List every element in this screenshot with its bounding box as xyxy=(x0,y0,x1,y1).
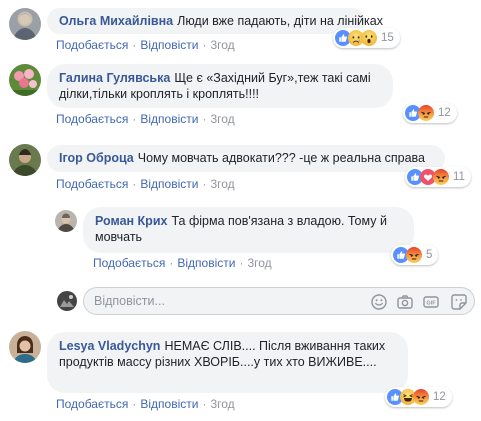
avatar[interactable] xyxy=(9,331,41,363)
comment-bubble: Галина Гулявська Ще є «Західний Буг»,теж … xyxy=(47,64,393,108)
comment-actions: Подобається · Відповісти · 3год xyxy=(56,112,235,126)
reply-link[interactable]: Відповісти xyxy=(140,397,198,411)
reactions-summary[interactable]: 15 xyxy=(333,28,400,48)
comment-time[interactable]: 3год xyxy=(210,112,234,126)
avatar[interactable] xyxy=(9,8,41,40)
comment-author[interactable]: Галина Гулявська xyxy=(59,71,170,85)
avatar xyxy=(57,291,77,311)
camera-icon[interactable] xyxy=(396,293,414,311)
comment-author[interactable]: Роман Крих xyxy=(95,214,167,228)
comment-time[interactable]: 3год xyxy=(247,256,271,270)
emoji-icon[interactable] xyxy=(370,293,388,311)
avatar[interactable] xyxy=(55,210,77,232)
reaction-count: 12 xyxy=(433,391,446,403)
reactions-summary[interactable]: 12 xyxy=(385,387,452,407)
comment-time[interactable]: 3год xyxy=(210,38,234,52)
wow-icon xyxy=(361,30,377,46)
comment-bubble: Ігор Оброца Чому мовчать адвокати??? -це … xyxy=(47,145,445,172)
comment-author[interactable]: Ольга Михайлівна xyxy=(59,14,173,28)
reply-input[interactable] xyxy=(94,294,344,308)
reply-link[interactable]: Відповісти xyxy=(140,177,198,191)
angry-icon xyxy=(413,389,429,405)
reply-box: GIF xyxy=(83,287,475,315)
reply-link[interactable]: Відповісти xyxy=(140,38,198,52)
comment-author[interactable]: Ігор Оброца xyxy=(59,151,134,165)
comment-author[interactable]: Lesya Vladychyn xyxy=(59,339,160,353)
angry-icon xyxy=(418,105,434,121)
comment-actions: Подобається · Відповісти · 3год xyxy=(56,177,235,191)
reply-link[interactable]: Відповісти xyxy=(177,256,235,270)
like-link[interactable]: Подобається xyxy=(56,397,128,411)
comment-time[interactable]: 3год xyxy=(210,397,234,411)
like-link[interactable]: Подобається xyxy=(56,112,128,126)
comment-bubble: Lesya Vladychyn НЕМАЄ СЛІВ.... Після вжив… xyxy=(47,332,408,393)
reactions-summary[interactable]: 12 xyxy=(403,103,457,123)
comment-time[interactable]: 3год xyxy=(210,177,234,191)
comment-actions: Подобається · Відповісти · 3год xyxy=(93,256,272,270)
reaction-count: 12 xyxy=(438,107,451,119)
comment-text: Люди вже падають, діти на лінійках xyxy=(177,14,383,28)
like-link[interactable]: Подобається xyxy=(56,177,128,191)
reactions-summary[interactable]: 5 xyxy=(391,245,439,265)
reactions-summary[interactable]: 11 xyxy=(405,167,471,187)
like-link[interactable]: Подобається xyxy=(93,256,165,270)
gif-icon[interactable]: GIF xyxy=(422,293,440,311)
avatar[interactable] xyxy=(9,64,41,96)
reaction-count: 11 xyxy=(453,171,465,183)
angry-icon xyxy=(406,247,422,263)
reaction-count: 15 xyxy=(381,32,394,44)
angry-icon xyxy=(433,169,449,185)
comment-text: Чому мовчать адвокати??? -це ж реальна с… xyxy=(137,151,425,165)
avatar[interactable] xyxy=(9,144,41,176)
comment-actions: Подобається · Відповісти · 3год xyxy=(56,38,235,52)
like-link[interactable]: Подобається xyxy=(56,38,128,52)
comment-bubble: Роман Крих Та фірма пов'язана з владою. Т… xyxy=(83,207,414,253)
comment-actions: Подобається · Відповісти · 3год xyxy=(56,397,235,411)
svg-text:GIF: GIF xyxy=(426,301,436,307)
reply-link[interactable]: Відповісти xyxy=(140,112,198,126)
sticker-icon[interactable] xyxy=(450,293,468,311)
reaction-count: 5 xyxy=(426,249,433,261)
comment-bubble: Ольга Михайлівна Люди вже падають, діти н… xyxy=(47,8,383,34)
